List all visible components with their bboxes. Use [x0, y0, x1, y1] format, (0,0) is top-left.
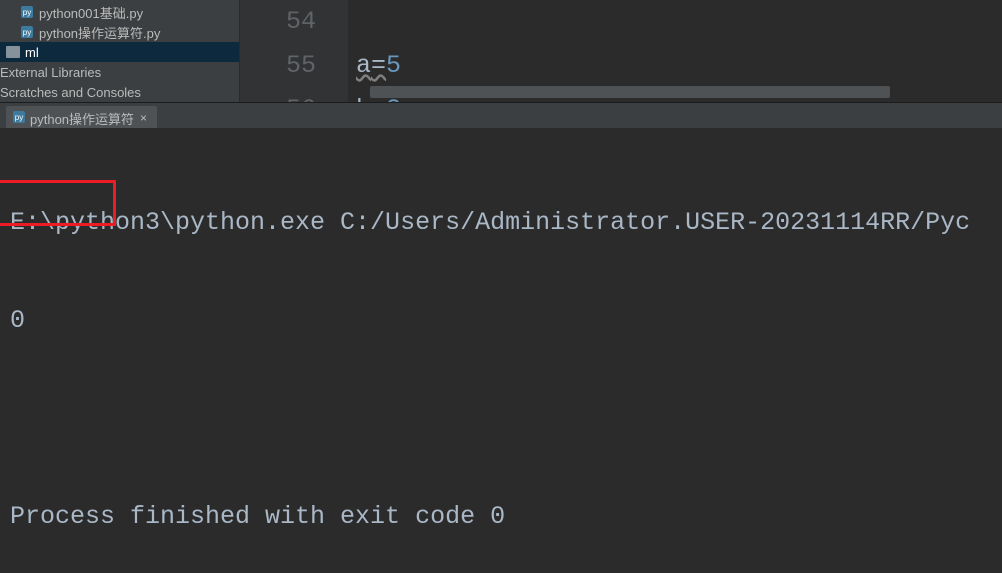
svg-text:py: py: [23, 8, 31, 17]
line-number: 55: [240, 44, 316, 88]
run-tabs: py python操作运算符 ×: [0, 103, 1002, 129]
code-text: 5: [386, 51, 401, 80]
editor-gutter: 54 55 56 57 58 59 60 61: [240, 0, 334, 102]
console-line: 0: [10, 301, 1002, 341]
code-line[interactable]: a=5: [356, 44, 1002, 88]
tree-item-label: External Libraries: [0, 65, 101, 80]
tree-folder-ml[interactable]: ml: [0, 42, 239, 62]
code-text: =: [371, 51, 386, 80]
scrollbar-thumb[interactable]: [370, 86, 890, 98]
tree-file-python001[interactable]: py python001基础.py: [0, 2, 239, 22]
console-line: Process finished with exit code 0: [10, 497, 1002, 537]
folder-icon: [6, 46, 20, 58]
tree-item-label: python001基础.py: [39, 3, 143, 22]
tree-file-operators[interactable]: py python操作运算符.py: [0, 22, 239, 42]
python-file-icon: py: [20, 25, 34, 39]
code-editor[interactable]: 54 55 56 57 58 59 60 61 − − − a=5 b=3 # …: [240, 0, 1002, 102]
console-output[interactable]: E:\python3\python.exe C:/Users/Administr…: [0, 129, 1002, 573]
run-tab[interactable]: py python操作运算符 ×: [6, 106, 157, 128]
run-tool-window: py python操作运算符 × E:\python3\python.exe C…: [0, 102, 1002, 573]
code-line[interactable]: [356, 0, 1002, 44]
svg-text:py: py: [15, 113, 23, 122]
line-number: 56: [240, 88, 316, 102]
close-icon[interactable]: ×: [138, 111, 149, 125]
tree-item-label: Scratches and Consoles: [0, 85, 141, 100]
line-number: 54: [240, 0, 316, 44]
python-file-icon: py: [12, 110, 26, 127]
python-file-icon: py: [20, 5, 34, 19]
code-text: a: [356, 51, 371, 80]
tree-external-libraries[interactable]: External Libraries: [0, 62, 239, 82]
fold-column: − − −: [334, 0, 348, 102]
horizontal-scrollbar[interactable]: [370, 86, 992, 98]
tree-item-label: python操作运算符.py: [39, 23, 160, 42]
console-line: E:\python3\python.exe C:/Users/Administr…: [10, 203, 1002, 243]
run-tab-label: python操作运算符: [30, 109, 134, 128]
svg-text:py: py: [23, 28, 31, 37]
project-tree: py python001基础.py py python操作运算符.py ml E…: [0, 0, 240, 102]
tree-scratches[interactable]: Scratches and Consoles: [0, 82, 239, 102]
console-line: [10, 399, 1002, 439]
tree-item-label: ml: [25, 45, 39, 60]
code-text: b: [356, 95, 371, 102]
